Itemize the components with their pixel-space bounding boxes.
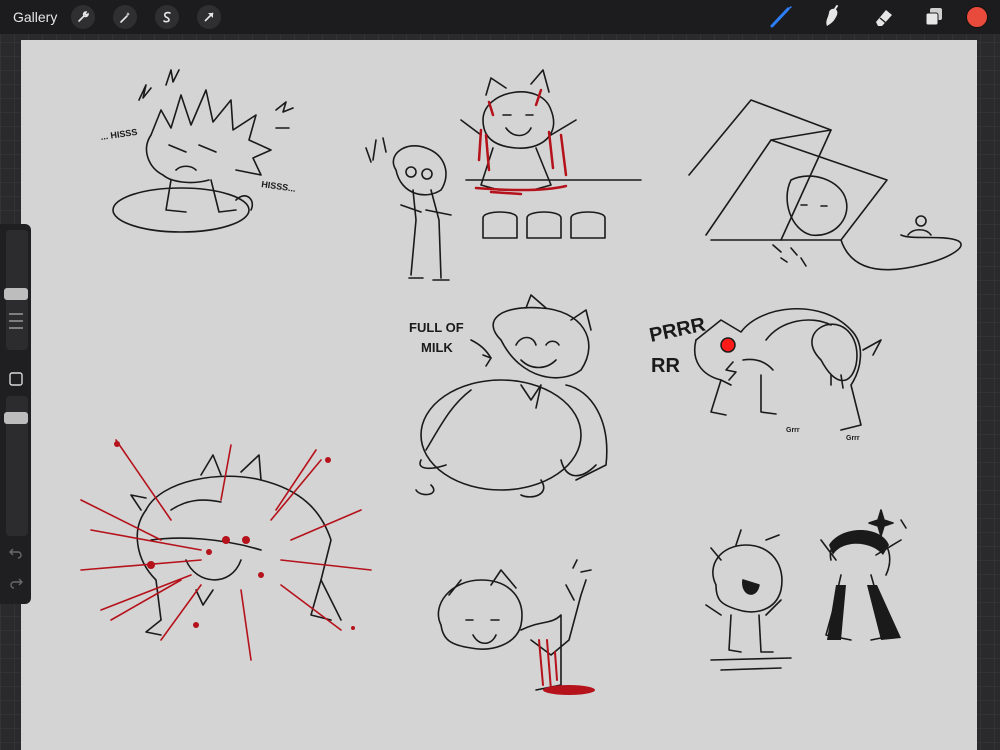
sketch-growling-wolf: PRRR RR Grrr Grrr bbox=[647, 308, 882, 442]
eraser-icon[interactable] bbox=[866, 0, 900, 34]
sketch-fence-scene bbox=[365, 69, 642, 281]
hiss-text-1: ... HISSS bbox=[100, 127, 138, 142]
right-toolset bbox=[747, 0, 992, 34]
grrr-text-2: Grrr bbox=[846, 435, 860, 442]
drawing-canvas[interactable]: ... HISSS HISSS... FULL OF MILK PRRR RR … bbox=[21, 40, 977, 750]
wolf-red-eye bbox=[720, 337, 736, 353]
grrr-text-1: Grrr bbox=[786, 427, 800, 434]
hiss-text-2: HISSS... bbox=[261, 179, 297, 194]
transform-arrow-icon[interactable] bbox=[197, 5, 222, 29]
blood-splatter-wolf bbox=[80, 439, 372, 661]
blood-pool bbox=[543, 685, 595, 695]
sketch-hissing-creature: ... HISSS HISSS... bbox=[100, 69, 297, 233]
prrr-text: PRRR bbox=[647, 313, 708, 346]
opacity-thumb[interactable] bbox=[4, 412, 28, 424]
magic-wand-icon[interactable] bbox=[113, 5, 138, 29]
sketch-girl-kick bbox=[437, 559, 592, 691]
wrench-icon[interactable] bbox=[71, 5, 96, 29]
rr-text: RR bbox=[651, 355, 680, 377]
sketch-full-of-milk: FULL OF MILK bbox=[409, 294, 608, 498]
sketch-blood-wolf bbox=[130, 454, 342, 636]
layers-icon[interactable] bbox=[917, 0, 951, 34]
brush-size-thumb[interactable] bbox=[4, 288, 28, 300]
full-of-milk-text-2: MILK bbox=[421, 340, 453, 355]
selection-s-icon[interactable] bbox=[155, 5, 180, 29]
color-swatch[interactable] bbox=[966, 6, 988, 28]
sketch-artwork: ... HISSS HISSS... FULL OF MILK PRRR RR … bbox=[80, 69, 962, 695]
top-toolbar: Gallery bbox=[0, 0, 1000, 34]
blood-fence bbox=[474, 88, 568, 196]
blood-spots-wolf bbox=[114, 441, 355, 630]
left-sidebar bbox=[0, 224, 31, 604]
smudge-icon[interactable] bbox=[815, 0, 849, 34]
gallery-button[interactable]: Gallery bbox=[13, 9, 57, 25]
modify-button[interactable] bbox=[9, 372, 23, 391]
undo-icon[interactable] bbox=[8, 546, 24, 565]
redo-icon[interactable] bbox=[8, 576, 24, 595]
full-of-milk-text-1: FULL OF bbox=[409, 320, 464, 335]
menu-lines-icon bbox=[8, 310, 24, 337]
sketch-box-shelter bbox=[688, 99, 962, 271]
brush-icon[interactable] bbox=[764, 0, 798, 34]
